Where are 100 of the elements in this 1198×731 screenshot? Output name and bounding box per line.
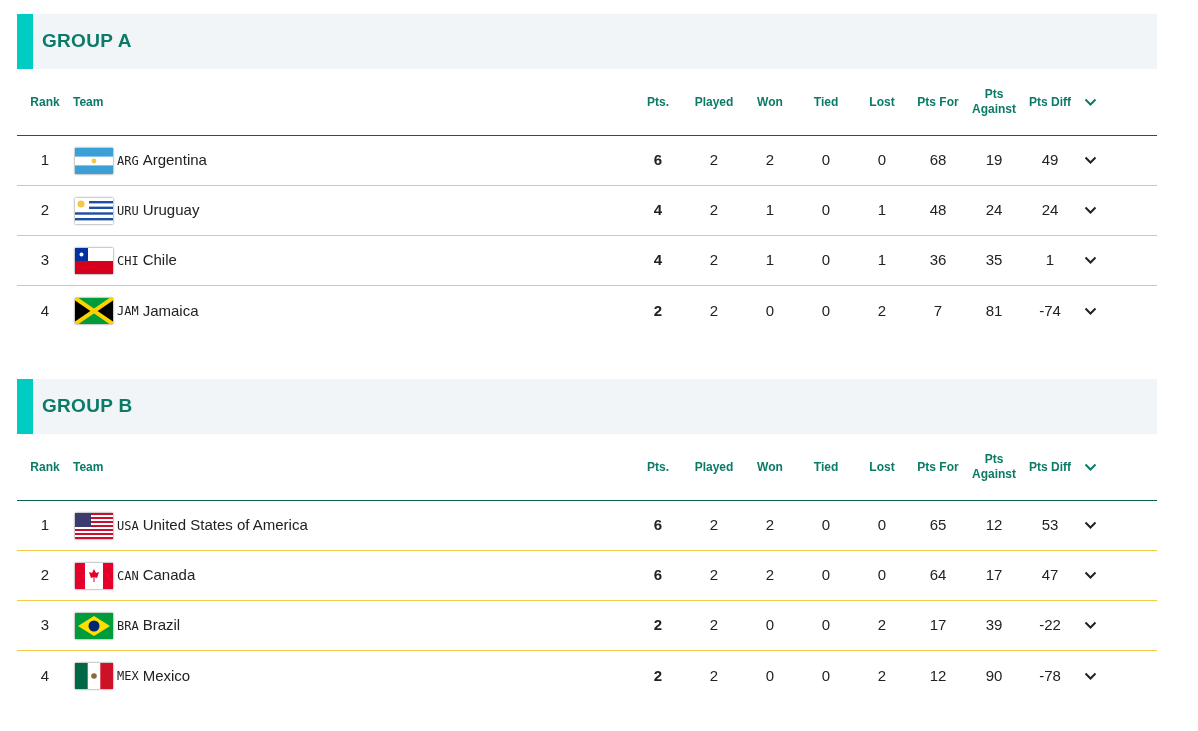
lost-cell-text: 0 [876, 565, 888, 586]
lost-cell-text: 1 [876, 200, 888, 221]
pts-diff-cell-text: 47 [1040, 565, 1060, 586]
lost-cell-text: 2 [876, 300, 888, 321]
chevron-icon[interactable] [1084, 206, 1097, 215]
column-header: Pts For [916, 94, 960, 110]
pts-for-cell-text: 36 [928, 250, 948, 271]
team-code: BRA [117, 617, 139, 635]
pts-diff-cell-text: 53 [1040, 515, 1060, 536]
won-cell-text: 0 [764, 300, 776, 321]
chevron-icon[interactable] [1084, 621, 1097, 630]
flag-icon [75, 562, 113, 589]
pts-diff-cell-text: -22 [1038, 615, 1062, 636]
pts-cell-text: 4 [652, 200, 664, 221]
pts-cell-text: 2 [652, 300, 664, 321]
column-header: Played [693, 94, 735, 110]
flag-icon [75, 247, 113, 274]
played-cell-text: 2 [708, 200, 720, 221]
tied-cell-text: 0 [820, 300, 832, 321]
column-header: Pts. [646, 94, 670, 110]
pts-diff-cell-text: 24 [1040, 200, 1060, 221]
lost-cell-text: 2 [876, 665, 888, 686]
pts-for-cell-text: 64 [928, 565, 948, 586]
column-header: Lost [868, 94, 896, 110]
played-cell-text: 2 [708, 665, 720, 686]
flag-icon [75, 147, 113, 174]
pts-against-cell-text: 17 [984, 565, 1004, 586]
pts-for-cell-text: 68 [928, 150, 948, 171]
team-name: Chile [142, 250, 177, 271]
pts-for-cell-text: 17 [928, 615, 948, 636]
won-cell-text: 1 [764, 200, 776, 221]
pts-diff-cell-text: 49 [1040, 150, 1060, 171]
flag-icon [75, 512, 113, 539]
column-header: Rank [29, 459, 61, 475]
pts-for-cell-text: 12 [928, 665, 948, 686]
team-code: MEX [117, 668, 139, 685]
tied-cell-text: 0 [820, 200, 832, 221]
flag-icon [75, 197, 113, 224]
column-header: Played [693, 459, 735, 475]
column-header: Lost [868, 459, 896, 475]
pts-for-cell-text: 48 [928, 200, 948, 221]
pts-for-cell-text: 65 [928, 515, 948, 536]
won-cell-text: 1 [764, 250, 776, 271]
won-cell-text: 2 [764, 515, 776, 536]
team-code: ARG [117, 152, 139, 170]
chevron-icon[interactable] [1084, 521, 1097, 530]
rank-cell-text: 4 [39, 300, 51, 321]
pts-against-cell-text: 24 [984, 200, 1004, 221]
won-cell-text: 0 [764, 615, 776, 636]
tied-cell-text: 0 [820, 515, 832, 536]
rank-cell-text: 1 [39, 515, 51, 536]
won-cell-text: 2 [764, 150, 776, 171]
chevron-icon[interactable] [1084, 571, 1097, 580]
tied-cell-text: 0 [820, 615, 832, 636]
flag-icon [75, 298, 113, 324]
column-header: Team [73, 459, 105, 475]
pts-against-cell-text: 35 [984, 250, 1004, 271]
rank-cell-text: 2 [39, 200, 51, 221]
tied-cell-text: 0 [820, 565, 832, 586]
pts-diff-cell-text: -74 [1038, 300, 1062, 321]
played-cell-text: 2 [708, 565, 720, 586]
team-name: Uruguay [142, 200, 200, 221]
team-code: CAN [117, 567, 139, 585]
chevron-icon[interactable] [1084, 256, 1097, 265]
chevron-icon[interactable] [1084, 671, 1097, 681]
column-header: Pts For [916, 459, 960, 475]
rank-cell-text: 3 [39, 250, 51, 271]
rank-cell-text: 1 [39, 150, 51, 171]
team-name: Mexico [142, 665, 191, 686]
tied-cell-text: 0 [820, 250, 832, 271]
flag-icon [75, 663, 113, 689]
column-header: Pts. [646, 459, 670, 475]
team-code: URU [117, 202, 139, 220]
pts-cell-text: 4 [652, 250, 664, 271]
won-cell-text: 2 [764, 565, 776, 586]
column-header: Rank [29, 94, 61, 110]
pts-against-cell-text: 81 [984, 300, 1004, 321]
column-header: Pts Diff [1028, 94, 1072, 110]
played-cell-text: 2 [708, 615, 720, 636]
pts-cell-text: 6 [652, 565, 664, 586]
pts-against-cell-text: 19 [984, 150, 1004, 171]
chevron-icon[interactable] [1084, 156, 1097, 165]
column-header: Pts Against [971, 452, 1017, 482]
column-header: Team [73, 94, 105, 110]
pts-against-cell-text: 90 [984, 665, 1004, 686]
lost-cell-text: 2 [876, 615, 888, 636]
pts-against-cell-text: 12 [984, 515, 1004, 536]
played-cell-text: 2 [708, 250, 720, 271]
team-code: CHI [117, 252, 139, 270]
tied-cell-text: 0 [820, 150, 832, 171]
rank-cell-text: 3 [39, 615, 51, 636]
chevron-icon[interactable] [1084, 306, 1097, 316]
column-header: Won [756, 94, 784, 110]
won-cell-text: 0 [764, 665, 776, 686]
flag-icon [75, 612, 113, 639]
group-title: GROUP B [42, 394, 133, 419]
column-header: Pts Against [971, 87, 1017, 117]
pts-cell-text: 6 [652, 150, 664, 171]
tied-cell-text: 0 [820, 665, 832, 686]
pts-diff-cell-text: -78 [1038, 665, 1062, 686]
